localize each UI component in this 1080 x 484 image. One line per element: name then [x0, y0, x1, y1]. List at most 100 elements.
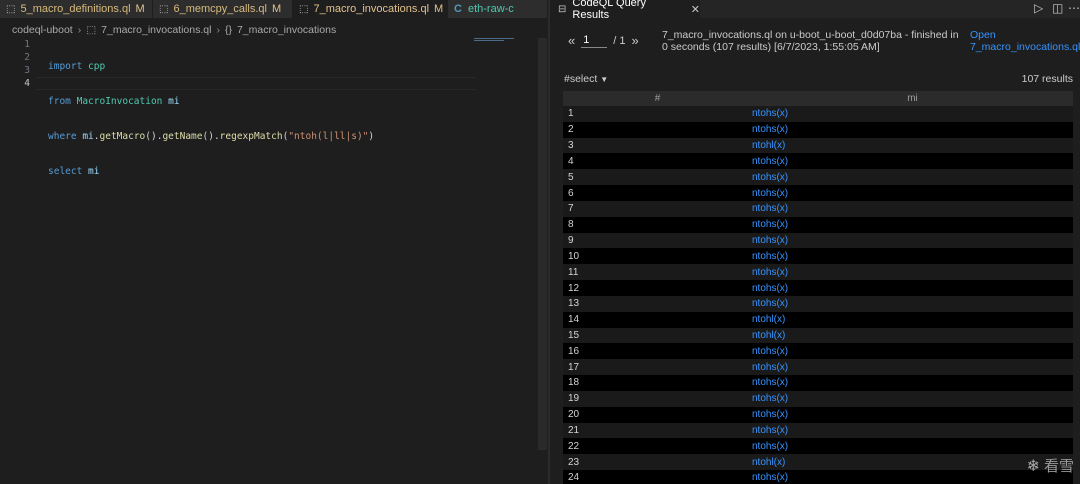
macro-invocation-link[interactable]: ntohs(x): [752, 264, 1073, 281]
more-icon[interactable]: ⋯: [1068, 1, 1080, 15]
result-set-select[interactable]: #select ▼: [564, 73, 608, 85]
table-row[interactable]: 1 ntohs(x): [563, 106, 1073, 122]
table-row[interactable]: 17 ntohs(x): [563, 359, 1073, 376]
split-editor-icon[interactable]: ◫: [1052, 1, 1063, 15]
table-row[interactable]: 9 ntohs(x): [563, 232, 1073, 249]
macro-invocation-link[interactable]: ntohs(x): [752, 295, 1073, 312]
page-total: / 1: [613, 34, 626, 47]
tab-label: 5_macro_definitions.ql: [20, 3, 131, 15]
chevron-right-icon: ›: [77, 24, 82, 36]
minimap[interactable]: [474, 38, 520, 44]
column-header-mi[interactable]: mi: [752, 91, 1073, 106]
table-row[interactable]: 4 ntohs(x): [563, 153, 1073, 170]
table-row[interactable]: 16 ntohs(x): [563, 343, 1073, 360]
row-index: 5: [563, 169, 752, 186]
row-index: 12: [563, 280, 752, 296]
table-row[interactable]: 22 ntohs(x): [563, 438, 1073, 455]
macro-invocation-link[interactable]: ntohs(x): [752, 121, 1073, 138]
row-index: 19: [563, 390, 752, 407]
close-icon[interactable]: ✕: [691, 3, 700, 16]
macro-invocation-link[interactable]: ntohl(x): [752, 454, 1073, 471]
macro-invocation-link[interactable]: ntohs(x): [752, 153, 1073, 170]
query-file-icon: ⬚: [6, 3, 16, 15]
row-index: 4: [563, 153, 752, 170]
macro-invocation-link[interactable]: ntohl(x): [752, 311, 1073, 328]
macro-invocation-link[interactable]: ntohl(x): [752, 137, 1073, 154]
page-number-input[interactable]: [581, 33, 608, 48]
macro-invocation-link[interactable]: ntohs(x): [752, 248, 1073, 265]
line-number: 4: [24, 78, 30, 89]
table-row[interactable]: 2 ntohs(x): [563, 121, 1073, 138]
macro-invocation-link[interactable]: ntohs(x): [752, 359, 1073, 376]
variable: mi: [162, 96, 180, 107]
preview-icon: ⊟: [558, 3, 567, 15]
table-row[interactable]: 12 ntohs(x): [563, 280, 1073, 296]
macro-invocation-link[interactable]: ntohs(x): [752, 390, 1073, 407]
run-icon[interactable]: ▷: [1034, 1, 1043, 15]
open-query-link[interactable]: Open 7_macro_invocations.ql: [970, 29, 1080, 53]
macro-invocation-link[interactable]: ntohs(x): [752, 375, 1073, 391]
table-row[interactable]: 3 ntohl(x): [563, 137, 1073, 154]
macro-invocation-link[interactable]: ntohs(x): [752, 406, 1073, 423]
table-row[interactable]: 20 ntohs(x): [563, 406, 1073, 423]
macro-invocation-link[interactable]: ntohs(x): [752, 343, 1073, 360]
tab-7-macro-invocations[interactable]: ⬚ 7_macro_invocations.ql M: [293, 0, 448, 18]
symbol-braces-icon: {}: [224, 24, 232, 36]
query-file-icon: ⬚: [86, 24, 97, 36]
macro-invocation-link[interactable]: ntohs(x): [752, 169, 1073, 186]
table-row[interactable]: 11 ntohs(x): [563, 264, 1073, 281]
open-link-line-1[interactable]: Open: [970, 29, 1080, 41]
table-row[interactable]: 7 ntohs(x): [563, 200, 1073, 217]
code-line-1: import cpp: [48, 60, 374, 73]
table-row[interactable]: 14 ntohl(x): [563, 311, 1073, 328]
code-editor[interactable]: import cpp from MacroInvocation mi where…: [48, 38, 374, 200]
table-row[interactable]: 23 ntohl(x): [563, 454, 1073, 471]
row-index: 20: [563, 406, 752, 423]
macro-invocation-link[interactable]: ntohs(x): [752, 200, 1073, 217]
macro-invocation-link[interactable]: ntohl(x): [752, 327, 1073, 344]
table-row[interactable]: 8 ntohs(x): [563, 216, 1073, 233]
tab-label: CodeQL Query Results: [572, 0, 646, 21]
editor-scrollbar[interactable]: [538, 38, 547, 450]
macro-invocation-link[interactable]: ntohs(x): [752, 438, 1073, 455]
method: regexpMatch: [219, 131, 283, 142]
row-index: 6: [563, 185, 752, 201]
row-index: 14: [563, 311, 752, 328]
tab-6-memcpy-calls[interactable]: ⬚ 6_memcpy_calls.ql M: [153, 0, 293, 18]
macro-invocation-link[interactable]: ntohs(x): [752, 470, 1073, 484]
query-file-icon: ⬚: [299, 3, 309, 15]
results-table: # mi 1 ntohs(x) 2 ntohs(x) 3 ntohl(x) 4 ntohs(x…: [563, 91, 1073, 484]
breadcrumb-symbol[interactable]: 7_macro_invocations: [237, 24, 336, 36]
chevron-down-icon: ▼: [600, 74, 609, 84]
macro-invocation-link[interactable]: ntohs(x): [752, 216, 1073, 233]
open-link-line-2[interactable]: 7_macro_invocations.ql: [970, 41, 1080, 53]
table-row[interactable]: 10 ntohs(x): [563, 248, 1073, 265]
next-page-button[interactable]: »: [631, 33, 638, 48]
macro-invocation-link[interactable]: ntohs(x): [752, 422, 1073, 439]
table-row[interactable]: 21 ntohs(x): [563, 422, 1073, 439]
table-row[interactable]: 18 ntohs(x): [563, 375, 1073, 391]
macro-invocation-link[interactable]: ntohs(x): [752, 185, 1073, 201]
prev-page-button[interactable]: «: [568, 33, 575, 48]
table-row[interactable]: 5 ntohs(x): [563, 169, 1073, 186]
table-row[interactable]: 6 ntohs(x): [563, 185, 1073, 201]
row-index: 21: [563, 422, 752, 439]
modified-badge: M: [272, 3, 282, 15]
table-row[interactable]: 19 ntohs(x): [563, 390, 1073, 407]
macro-invocation-link[interactable]: ntohs(x): [752, 280, 1073, 296]
table-row[interactable]: 15 ntohl(x): [563, 327, 1073, 344]
method: getName: [162, 131, 203, 142]
macro-invocation-link[interactable]: ntohs(x): [752, 232, 1073, 249]
breadcrumb-file[interactable]: 7_macro_invocations.ql: [101, 24, 211, 36]
macro-invocation-link[interactable]: ntohs(x): [752, 106, 1073, 122]
tab-eth-raw-c[interactable]: C eth-raw-c: [448, 0, 548, 18]
tab-5-macro-definitions[interactable]: ⬚ 5_macro_definitions.ql M: [0, 0, 153, 18]
modified-badge: M: [135, 3, 145, 15]
tab-codeql-query-results[interactable]: ⊟ CodeQL Query Results ✕: [550, 0, 700, 21]
breadcrumb-root[interactable]: codeql-uboot: [12, 24, 73, 36]
tab-label: 7_macro_invocations.ql: [313, 3, 430, 15]
table-row[interactable]: 13 ntohs(x): [563, 295, 1073, 312]
table-row[interactable]: 24 ntohs(x): [563, 470, 1073, 484]
table-header-row: # mi: [563, 91, 1073, 106]
column-header-index[interactable]: #: [563, 91, 752, 106]
